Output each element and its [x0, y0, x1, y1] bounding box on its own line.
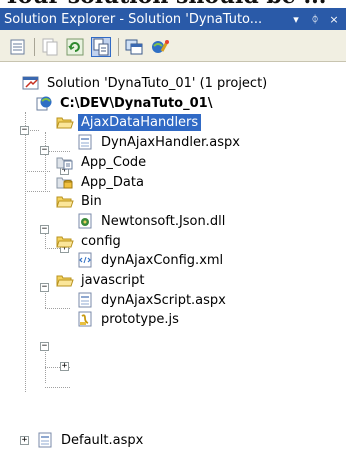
- special-folder-icon: [56, 154, 74, 170]
- web-project-icon: [35, 95, 53, 111]
- expand-toggle[interactable]: +: [20, 436, 29, 445]
- expand-toggle[interactable]: +: [60, 362, 69, 371]
- collapse-toggle[interactable]: −: [40, 146, 49, 155]
- tree-item-default[interactable]: Default.aspx: [36, 430, 146, 450]
- open-folder-icon: [56, 114, 74, 130]
- properties-button[interactable]: [8, 37, 28, 57]
- asp-net-configuration-button[interactable]: [150, 37, 170, 57]
- solution-tree: − − + − + − − + + Solution 'DynaTuto_01'…: [0, 63, 346, 448]
- solution-icon: [22, 75, 40, 91]
- asp-net-configuration-icon: [152, 40, 169, 53]
- tree-item-dynajaxhandler[interactable]: DynAjaxHandler.aspx: [76, 132, 243, 152]
- tree-item-label: javascript: [81, 272, 145, 288]
- toolbar-separator: [34, 38, 35, 56]
- tree-item-javascript[interactable]: javascript: [56, 270, 147, 290]
- tree-line: [25, 112, 26, 392]
- tree-item-bin[interactable]: Bin: [56, 191, 105, 211]
- tree-item-label: Bin: [81, 193, 102, 209]
- tree-line: [45, 308, 70, 309]
- tree-item-app-code[interactable]: App_Code: [56, 152, 149, 172]
- tree-line: [25, 191, 50, 192]
- tree-item-label: Newtonsoft.Json.dll: [101, 213, 226, 229]
- nest-related-files-icon: [93, 38, 109, 56]
- tree-item-label: App_Code: [81, 154, 147, 170]
- tree-line: [45, 347, 46, 383]
- tree-item-solution[interactable]: Solution 'DynaTuto_01' (1 project): [22, 73, 270, 93]
- tree-item-label: App_Data: [81, 174, 144, 190]
- collapse-toggle[interactable]: −: [40, 225, 49, 234]
- collapse-toggle[interactable]: −: [40, 283, 49, 292]
- open-folder-icon: [56, 272, 74, 288]
- tree-item-config[interactable]: config: [56, 231, 124, 251]
- collapse-toggle[interactable]: −: [20, 126, 29, 135]
- show-all-files-icon: [42, 38, 58, 56]
- toolbar: [0, 30, 346, 62]
- tree-item-label: Default.aspx: [61, 432, 144, 448]
- close-icon[interactable]: ×: [327, 13, 341, 26]
- js-file-icon: [76, 311, 94, 327]
- tree-item-label: AjaxDataHandlers: [78, 113, 202, 131]
- toolbar-separator: [118, 38, 119, 56]
- open-folder-icon: [56, 193, 74, 209]
- tree-line: [45, 387, 70, 388]
- view-designer-button[interactable]: [124, 37, 144, 57]
- tree-item-label: Solution 'DynaTuto_01' (1 project): [47, 75, 268, 91]
- tree-item-project[interactable]: C:\DEV\DynaTuto_01\: [35, 93, 215, 113]
- dll-file-icon: [76, 213, 94, 229]
- tree-item-dynajaxconfig[interactable]: dynAjaxConfig.xml: [76, 250, 226, 270]
- tree-line: [25, 171, 50, 172]
- data-folder-icon: [56, 174, 74, 190]
- refresh-button[interactable]: [65, 37, 85, 57]
- tree-item-label: DynAjaxHandler.aspx: [101, 134, 240, 150]
- view-designer-icon: [125, 39, 143, 55]
- title-bar: Solution Explorer - Solution 'DynaTuto..…: [0, 8, 346, 30]
- open-folder-icon: [56, 233, 74, 249]
- window-menu-dropdown[interactable]: ▾: [289, 13, 303, 26]
- collapse-toggle[interactable]: −: [40, 342, 49, 351]
- pin-icon[interactable]: ᛰ: [308, 13, 322, 26]
- tree-item-label: config: [81, 233, 121, 249]
- tree-item-label: C:\DEV\DynaTuto_01\: [60, 95, 213, 111]
- aspx-file-icon: [36, 432, 54, 448]
- show-all-files-button[interactable]: [40, 37, 60, 57]
- refresh-icon: [66, 38, 84, 56]
- aspx-file-icon: [76, 292, 94, 308]
- tree-item-prototype[interactable]: prototype.js: [76, 309, 182, 329]
- tree-item-label: prototype.js: [101, 311, 179, 327]
- tree-item-label: dynAjaxConfig.xml: [101, 252, 224, 268]
- aspx-file-icon: [76, 134, 94, 150]
- nest-related-files-button[interactable]: [91, 37, 111, 57]
- background-page-text: Your solution should be ...: [0, 0, 346, 8]
- tree-item-newtonsoft[interactable]: Newtonsoft.Json.dll: [76, 211, 228, 231]
- tree-item-app-data[interactable]: App_Data: [56, 172, 147, 192]
- xml-file-icon: [76, 252, 94, 268]
- tree-item-dynajaxscript[interactable]: dynAjaxScript.aspx: [76, 290, 229, 310]
- tree-item-ajaxdatahandlers[interactable]: AjaxDataHandlers: [56, 112, 202, 132]
- tree-item-label: dynAjaxScript.aspx: [101, 292, 226, 308]
- tree-line: [45, 132, 46, 192]
- properties-icon: [10, 39, 25, 55]
- window-title: Solution Explorer - Solution 'DynaTuto..…: [4, 11, 263, 27]
